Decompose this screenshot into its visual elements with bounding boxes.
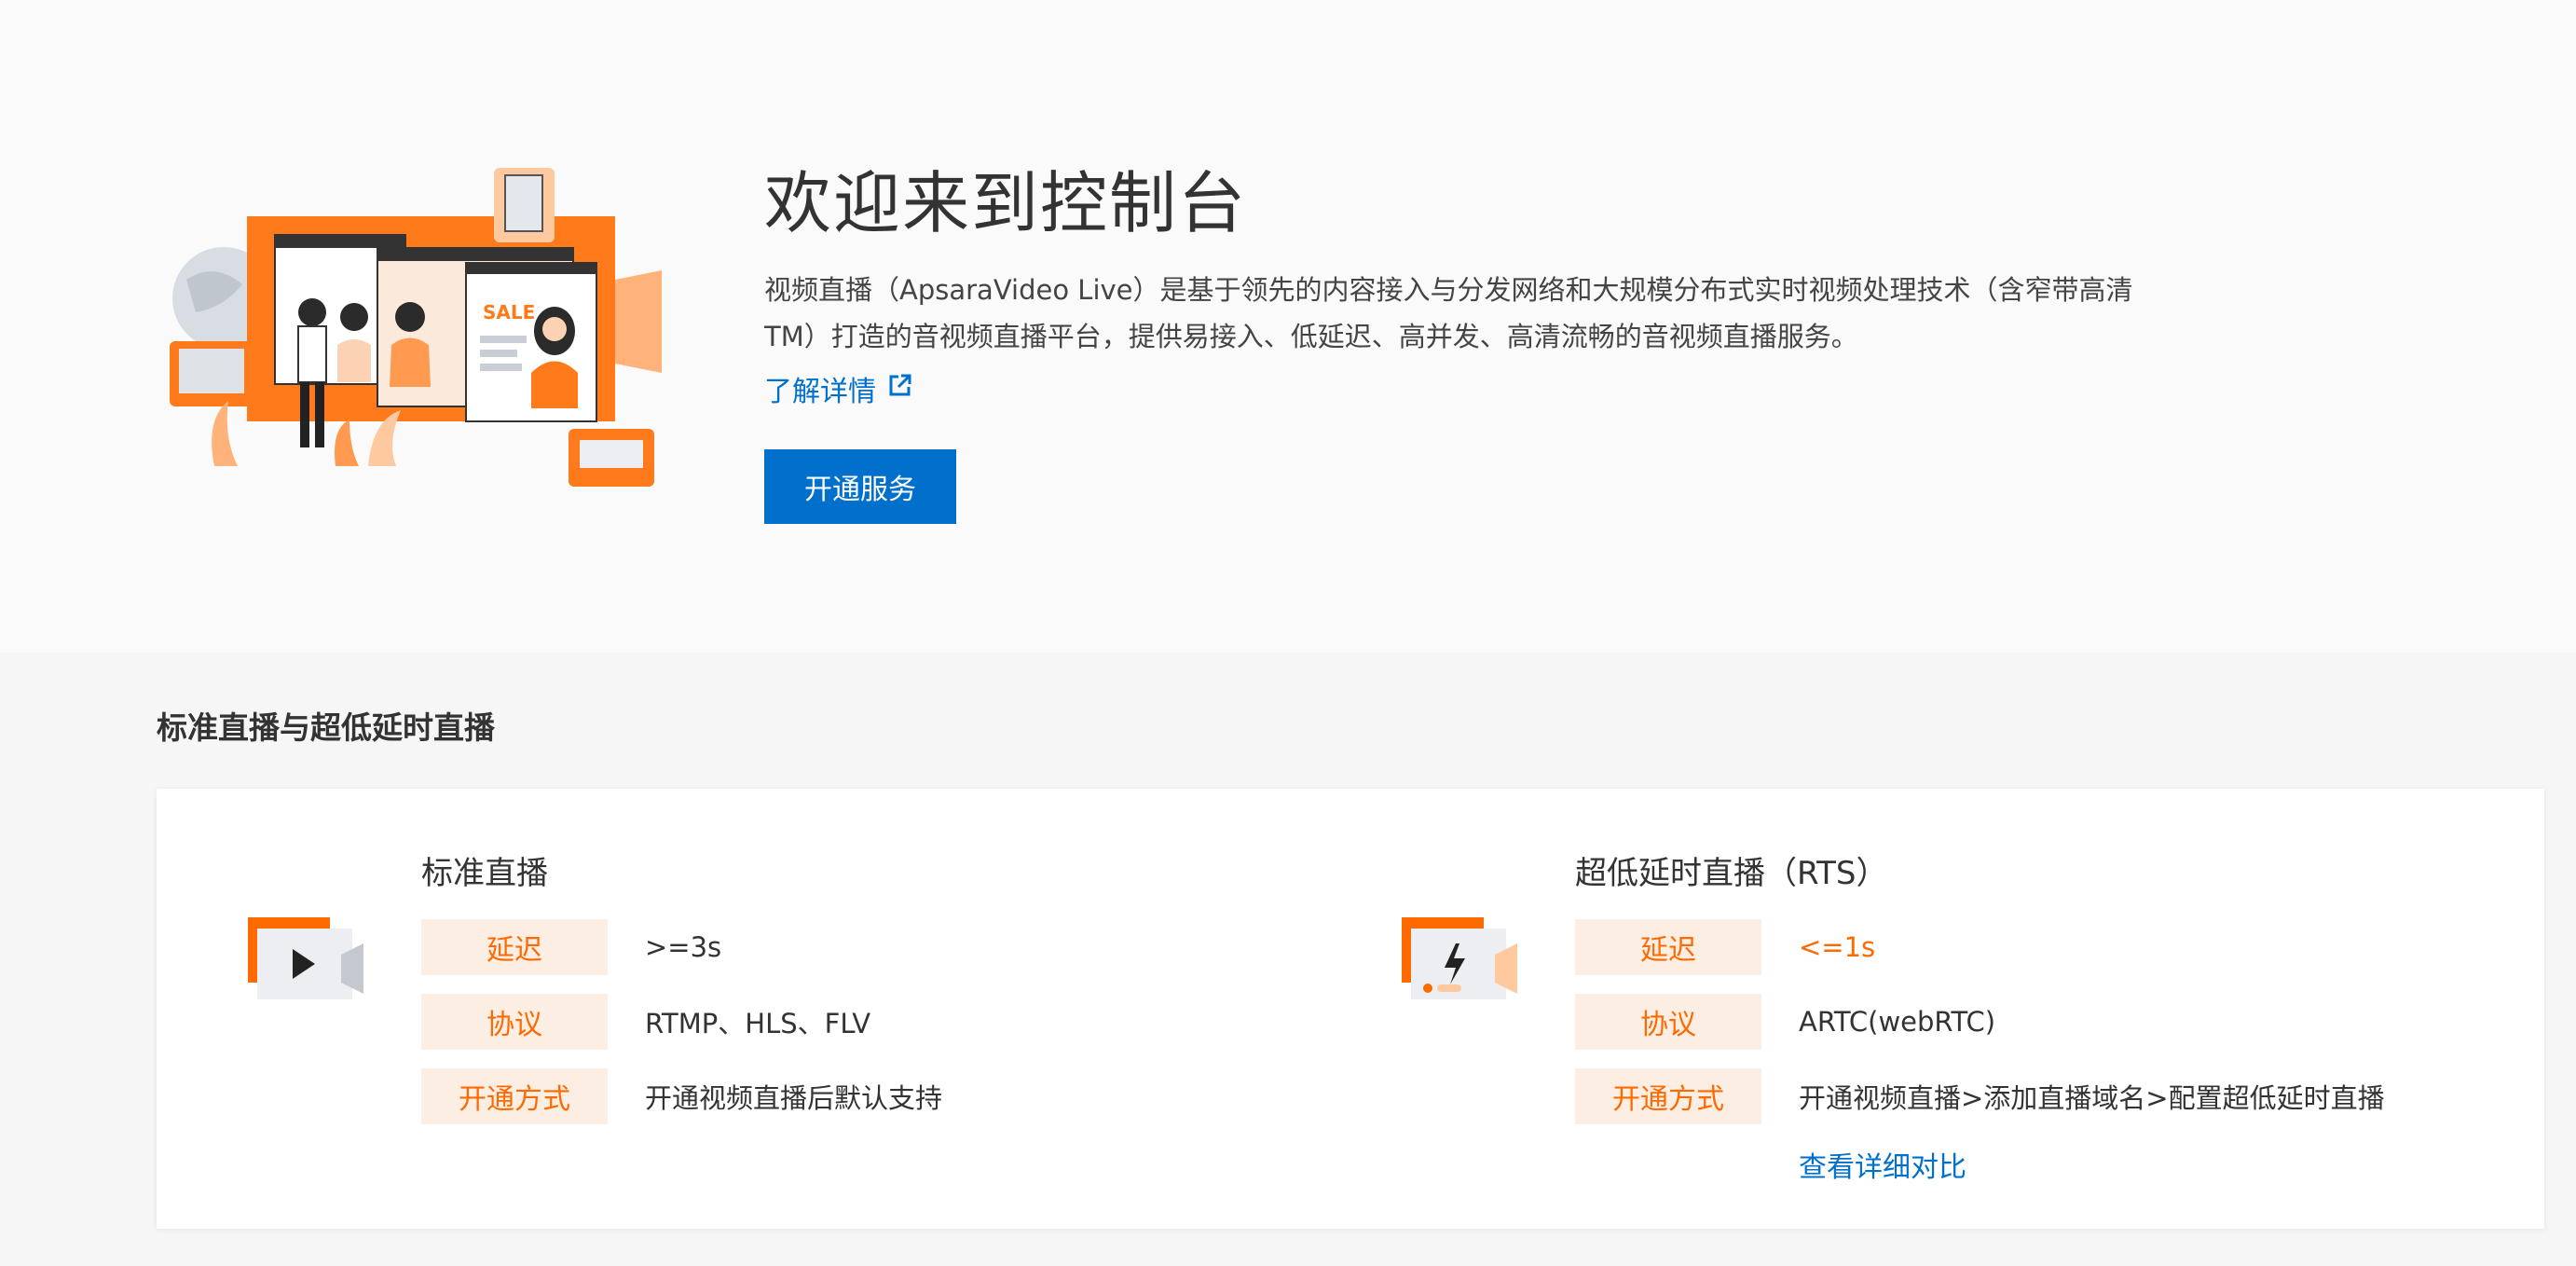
- video-play-icon: [248, 917, 365, 1007]
- section-title: 标准直播与超低延时直播: [157, 709, 495, 746]
- activation-value: 开通视频直播>添加直播域名>配置超低延时直播: [1799, 1082, 2385, 1114]
- hero-banner: SALE 欢迎来到控制台 视频直播（ApsaraVideo Live）是基于领先…: [0, 0, 2576, 653]
- activation-label: 开通方式: [1575, 1068, 1761, 1124]
- latency-label: 延迟: [1575, 919, 1761, 975]
- learn-more-label: 了解详情: [764, 376, 876, 408]
- standard-live-column: 标准直播 延迟 >=3s 协议 RTMP、HLS、FLV 开通方式 开通视频直播…: [157, 789, 1303, 1229]
- latency-value: >=3s: [645, 931, 722, 963]
- lightning-video-icon: [1402, 917, 1519, 1007]
- latency-row: 延迟 <=1s: [1575, 919, 1875, 975]
- protocol-label: 协议: [421, 994, 608, 1050]
- rts-live-title: 超低延时直播（RTS）: [1575, 855, 1888, 892]
- latency-value: <=1s: [1799, 931, 1876, 963]
- protocol-value: ARTC(webRTC): [1799, 1006, 1996, 1038]
- external-link-icon: [887, 372, 913, 406]
- latency-label: 延迟: [421, 919, 608, 975]
- activation-label: 开通方式: [421, 1068, 608, 1124]
- live-streaming-illustration: SALE: [158, 158, 680, 494]
- protocol-row: 协议 RTMP、HLS、FLV: [421, 994, 870, 1050]
- standard-live-title: 标准直播: [421, 855, 548, 892]
- protocol-label: 协议: [1575, 994, 1761, 1050]
- page-title: 欢迎来到控制台: [764, 164, 1248, 242]
- open-service-button[interactable]: 开通服务: [764, 449, 956, 524]
- sale-sign: SALE: [483, 301, 535, 323]
- view-detailed-comparison-link[interactable]: 查看详细对比: [1799, 1147, 1966, 1190]
- latency-row: 延迟 >=3s: [421, 919, 721, 975]
- activation-value: 开通视频直播后默认支持: [645, 1082, 943, 1114]
- activation-row: 开通方式 开通视频直播后默认支持: [421, 1068, 942, 1124]
- learn-more-link[interactable]: 了解详情: [764, 367, 913, 410]
- protocol-value: RTMP、HLS、FLV: [645, 1008, 871, 1039]
- protocol-row: 协议 ARTC(webRTC): [1575, 994, 1995, 1050]
- activation-row: 开通方式 开通视频直播>添加直播域名>配置超低延时直播: [1575, 1068, 2385, 1124]
- service-description: 视频直播（ApsaraVideo Live）是基于领先的内容接入与分发网络和大规…: [764, 274, 2133, 352]
- comparison-card: 标准直播 延迟 >=3s 协议 RTMP、HLS、FLV 开通方式 开通视频直播…: [157, 789, 2544, 1229]
- rts-live-column: 超低延时直播（RTS） 延迟 <=1s 协议 ARTC(webRTC) 开通方式…: [1310, 789, 2541, 1229]
